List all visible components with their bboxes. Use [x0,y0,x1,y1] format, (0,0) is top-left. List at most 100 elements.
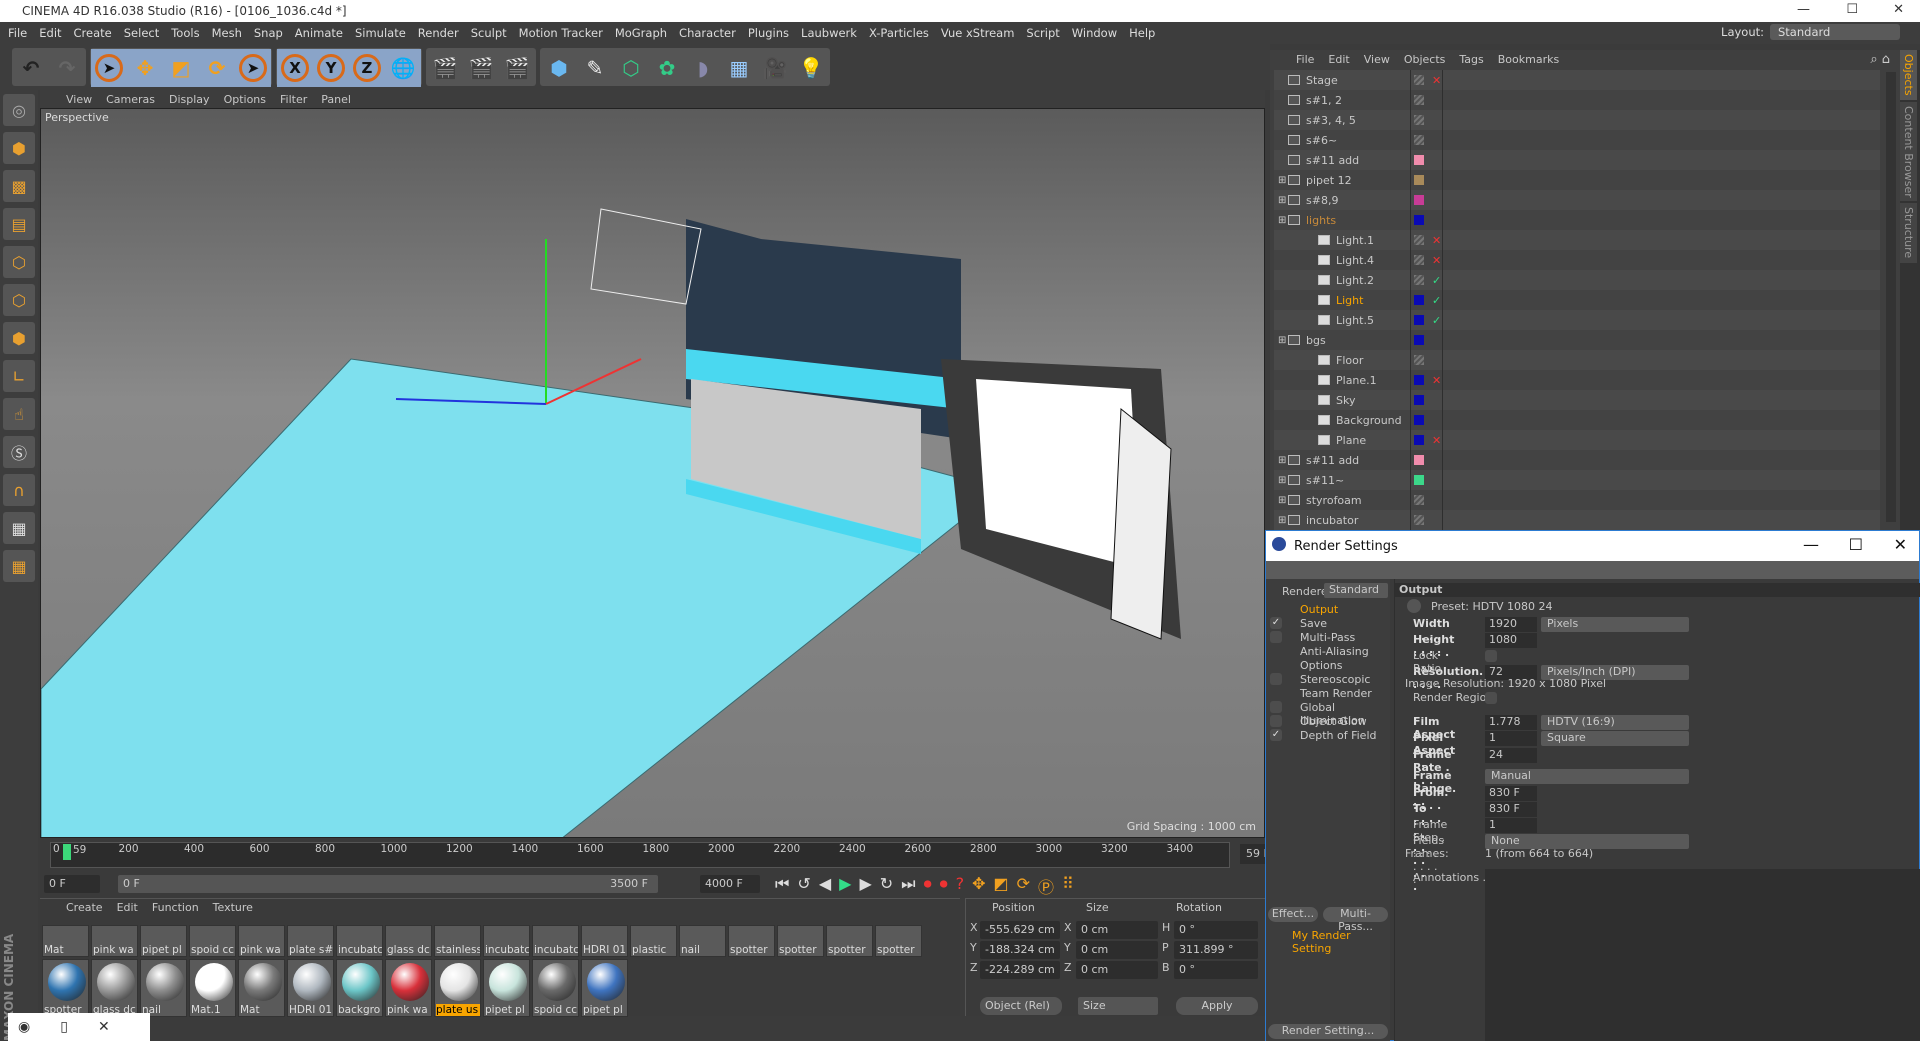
menu-script[interactable]: Script [1026,26,1059,40]
pixel-unit-dropdown[interactable]: Square [1541,731,1689,746]
object-menu-view[interactable]: View [1364,53,1390,66]
camera-icon[interactable]: 🎥 [757,49,793,87]
menu-snap[interactable]: Snap [254,26,283,40]
viewport-menu-view[interactable]: View [66,93,92,106]
object-row[interactable]: s#6~ [1274,130,1880,150]
material-swatch[interactable]: stainless [434,925,481,957]
live-selection-button[interactable]: ➤ [91,49,127,87]
object-row[interactable]: s#1, 2 [1274,90,1880,110]
material-swatch[interactable]: glass dc [385,925,432,957]
menu-x-particles[interactable]: X-Particles [869,26,929,40]
disabled-x-icon[interactable]: ✕ [1432,434,1441,447]
expand-toggle-icon[interactable]: ⊞ [1278,515,1286,526]
menu-sculpt[interactable]: Sculpt [471,26,507,40]
frame-range-dropdown[interactable]: Manual [1485,769,1689,784]
menu-character[interactable]: Character [679,26,736,40]
rs-maximize-button[interactable]: ☐ [1849,535,1863,554]
object-row[interactable]: Light.1 ✕ [1274,230,1880,250]
size-y-field[interactable]: 0 cm [1076,941,1158,959]
maximize-button[interactable]: ☐ [1846,2,1858,17]
key-position-icon[interactable]: ✥ [972,874,985,898]
object-row[interactable]: Floor [1274,350,1880,370]
expand-toggle-icon[interactable]: ⊞ [1278,175,1286,186]
object-row[interactable]: ⊞ incubator [1274,510,1880,530]
material-swatch[interactable]: glass dc [91,959,138,1017]
object-menu-objects[interactable]: Objects [1404,53,1446,66]
viewport-menu-filter[interactable]: Filter [280,93,307,106]
object-row[interactable]: Light.4 ✕ [1274,250,1880,270]
record-icon[interactable]: ⏺ [924,874,932,898]
next-key-icon[interactable]: ↻ [880,874,893,898]
menu-motion-tracker[interactable]: Motion Tracker [519,26,603,40]
object-menu-file[interactable]: File [1296,53,1314,66]
material-menu-create[interactable]: Create [66,901,103,917]
material-swatch[interactable]: Mat [42,925,89,957]
z-axis-button[interactable]: Z [349,49,385,87]
enabled-check-icon[interactable]: ✓ [1432,294,1441,307]
material-menu-texture[interactable]: Texture [213,901,253,917]
key-pla-icon[interactable]: ⠿ [1062,874,1074,898]
go-to-start-icon[interactable]: ⏮ [775,874,789,898]
menu-render[interactable]: Render [418,26,459,40]
layer-color[interactable] [1414,455,1424,465]
rotation-b-field[interactable]: 0 ° [1174,961,1258,979]
playhead[interactable] [63,844,71,860]
cube-icon[interactable]: ⬢ [541,49,577,87]
disabled-x-icon[interactable]: ✕ [1432,254,1441,267]
snap-icon[interactable]: Ⓢ [3,436,35,468]
layer-color[interactable] [1414,75,1424,85]
size-x-field[interactable]: 0 cm [1076,921,1158,939]
rs-minimize-button[interactable]: — [1803,535,1819,554]
autokey-icon[interactable]: ⏺ [940,874,948,898]
material-swatch[interactable]: HDRI 01 [287,959,334,1017]
enabled-check-icon[interactable]: ✓ [1432,274,1441,287]
object-row[interactable]: Plane.1 ✕ [1274,370,1880,390]
object-row[interactable]: ⊞ lights [1274,210,1880,230]
menu-edit[interactable]: Edit [39,26,61,40]
material-swatch[interactable]: pink wa [91,925,138,957]
expand-toggle-icon[interactable]: ⊞ [1278,195,1286,206]
apply-button[interactable]: Apply [1176,997,1258,1015]
material-swatch[interactable]: pipet pl [581,959,628,1017]
material-swatch[interactable]: plastic [630,925,677,957]
annotations-field[interactable] [1485,869,1920,1041]
nav-multi-pass[interactable]: Multi-Pass [1300,631,1355,644]
nav-team-render[interactable]: Team Render [1300,687,1372,700]
position-z-field[interactable]: -224.289 cm [980,961,1060,979]
layout-dropdown[interactable]: Standard [1770,24,1900,40]
enabled-check-icon[interactable]: ✓ [1432,314,1441,327]
layer-color[interactable] [1414,175,1424,185]
lock-ratio-checkbox[interactable] [1485,650,1497,662]
material-swatch[interactable]: spotter [777,925,824,957]
make-editable-icon[interactable]: ◎ [3,94,35,126]
step-field[interactable]: 1 [1485,818,1537,833]
material-menu-function[interactable]: Function [152,901,199,917]
material-swatch[interactable]: HDRI 01 [581,925,628,957]
floor-icon[interactable]: ▦ [721,49,757,87]
material-swatch[interactable]: spotter [826,925,873,957]
pixel-field[interactable]: 1 [1485,731,1537,746]
rotation-p-field[interactable]: 311.899 ° [1174,941,1258,959]
layer-color[interactable] [1414,475,1424,485]
object-row[interactable]: Light.5 ✓ [1274,310,1880,330]
viewport-menu-display[interactable]: Display [169,93,210,106]
menu-tools[interactable]: Tools [171,26,199,40]
checked-checkbox[interactable]: ✓ [1270,617,1282,629]
material-swatch[interactable]: incubatc [336,925,383,957]
material-swatch[interactable]: spotter [875,925,922,957]
cloner-icon[interactable]: ✿ [649,49,685,87]
undo-button[interactable]: ↶ [13,49,49,87]
unchecked-checkbox[interactable] [1270,701,1282,713]
layer-color[interactable] [1414,255,1424,265]
object-menu-edit[interactable]: Edit [1328,53,1349,66]
object-row[interactable]: Background [1274,410,1880,430]
menu-laubwerk[interactable]: Laubwerk [801,26,857,40]
deformer-icon[interactable]: ◗ [685,49,721,87]
key-scale-icon[interactable]: ◩ [994,874,1009,898]
render-setting-item[interactable]: My Render Setting [1292,929,1390,955]
material-swatch[interactable]: pipet pl [483,959,530,1017]
to-field[interactable]: 830 F [1485,802,1537,817]
object-row[interactable]: Stage ✕ [1274,70,1880,90]
material-swatch[interactable]: pink wa [385,959,432,1017]
next-frame-icon[interactable]: ▶ [859,874,871,898]
